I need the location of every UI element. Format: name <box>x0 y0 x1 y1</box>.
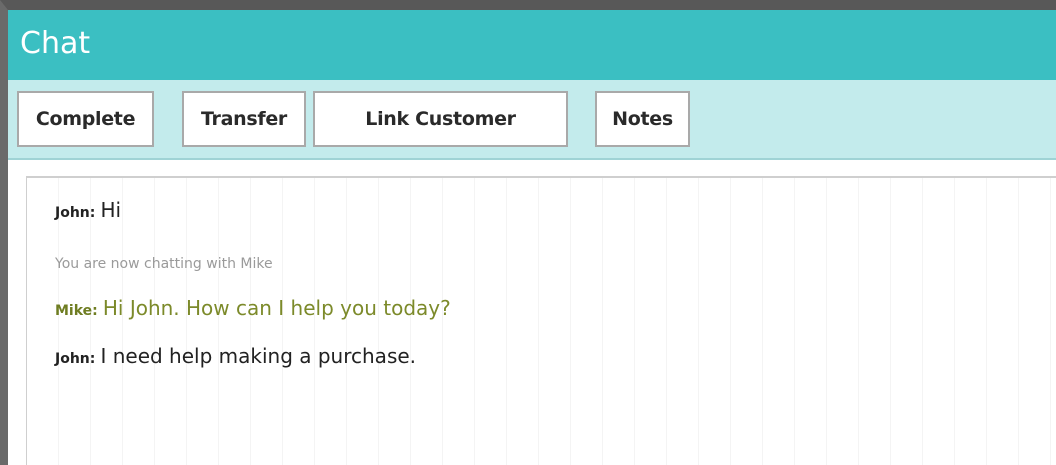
chat-message: Mike: Hi John. How can I help you today? <box>55 296 451 320</box>
chat-message: John: Hi <box>55 198 121 222</box>
title-bar: Chat <box>8 10 1056 80</box>
toolbar: Complete Transfer Link Customer Notes <box>8 80 1056 160</box>
notes-button[interactable]: Notes <box>595 91 690 147</box>
transfer-button[interactable]: Transfer <box>182 91 306 147</box>
system-message: You are now chatting with Mike <box>55 256 273 272</box>
complete-button[interactable]: Complete <box>17 91 154 147</box>
message-text: Hi <box>100 198 122 222</box>
chat-window: Chat Complete Transfer Link Customer Not… <box>0 0 1056 465</box>
window-title: Chat <box>20 26 91 61</box>
message-sender: Mike: <box>55 303 98 319</box>
message-sender: John: <box>55 351 96 367</box>
message-text: Hi John. How can I help you today? <box>102 296 451 320</box>
chat-transcript[interactable]: John: Hi You are now chatting with Mike … <box>26 176 1056 465</box>
link-customer-button[interactable]: Link Customer <box>313 91 568 147</box>
message-sender: John: <box>55 205 96 221</box>
chat-message: John: I need help making a purchase. <box>55 344 416 368</box>
message-text: I need help making a purchase. <box>100 344 417 368</box>
